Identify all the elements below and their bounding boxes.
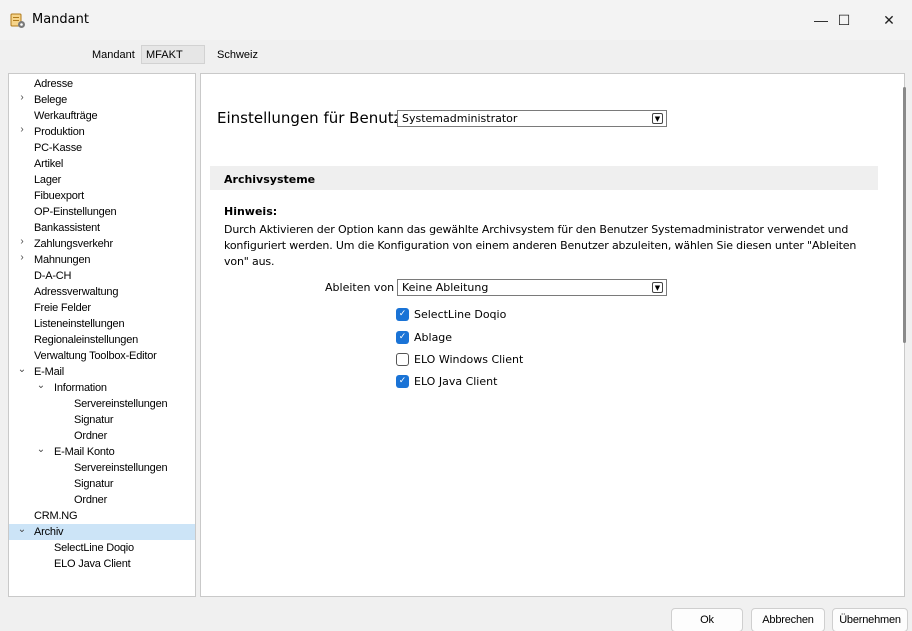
tree-item-servereinstellungen[interactable]: Servereinstellungen <box>74 396 168 412</box>
tree-item-d-a-ch[interactable]: D-A-CH <box>34 268 71 284</box>
tree-item-zahlungsverkehr[interactable]: Zahlungsverkehr <box>34 236 113 252</box>
checkbox-elo-java-client[interactable]: ✓ ELO Java Client <box>396 373 497 389</box>
tree-item-selectline-doqio[interactable]: SelectLine Doqio <box>54 540 134 556</box>
dropdown-arrow-icon: ▼ <box>652 282 663 293</box>
tree-item-information[interactable]: Information <box>54 380 107 396</box>
checkbox-unchecked-icon[interactable] <box>396 352 409 366</box>
tree-item-lager[interactable]: Lager <box>34 172 61 188</box>
tree-item-servereinstellungen[interactable]: Servereinstellungen <box>74 460 168 476</box>
tree-item-mahnungen[interactable]: Mahnungen <box>34 252 91 268</box>
content-panel <box>200 73 905 597</box>
checkbox-checked-icon[interactable]: ✓ <box>396 330 409 344</box>
tree-item-e-mail[interactable]: E-Mail <box>34 364 64 380</box>
tree-item-adresse[interactable]: Adresse <box>34 76 73 92</box>
tree-item-artikel[interactable]: Artikel <box>34 156 63 172</box>
mandant-label: Mandant <box>92 49 135 61</box>
tree-item-crm-ng[interactable]: CRM.NG <box>34 508 78 524</box>
hint-text: Durch Aktivieren der Option kann das gew… <box>224 223 857 268</box>
user-select[interactable]: Systemadministrator ▼ <box>397 110 667 127</box>
chevron-down-icon[interactable]: ⌄ <box>17 364 27 375</box>
tree-item-elo-java-client[interactable]: ELO Java Client <box>54 556 131 572</box>
checkbox-label: ELO Java Client <box>414 374 498 388</box>
mandant-name: Schweiz <box>217 49 258 61</box>
settings-user-label: Einstellungen für Benutzer <box>217 109 417 127</box>
maximize-button[interactable]: ☐ <box>821 0 867 40</box>
vertical-scrollbar[interactable] <box>903 87 906 343</box>
tree-item-bankassistent[interactable]: Bankassistent <box>34 220 100 236</box>
tree-item-signatur[interactable]: Signatur <box>74 412 114 428</box>
tree-item-regionaleinstellungen[interactable]: Regionaleinstellungen <box>34 332 138 348</box>
cancel-button[interactable]: Abbrechen <box>751 608 825 631</box>
checkbox-label: SelectLine Doqio <box>414 307 507 321</box>
ok-button[interactable]: Ok <box>671 608 743 631</box>
tree-item-ordner[interactable]: Ordner <box>74 428 107 444</box>
mandant-bar <box>0 40 912 70</box>
tree-item-fibuexport[interactable]: Fibuexport <box>34 188 84 204</box>
apply-button[interactable]: Übernehmen <box>832 608 908 631</box>
checkbox-label: Ablage <box>414 330 453 344</box>
checkbox-checked-icon[interactable]: ✓ <box>396 307 409 321</box>
derive-select[interactable]: Keine Ableitung ▼ <box>397 279 667 296</box>
mandant-code-field: MFAKT <box>141 45 205 64</box>
app-icon <box>10 13 25 28</box>
checkbox-selectline-doqio[interactable]: ✓ SelectLine Doqio <box>396 306 506 322</box>
navigation-tree[interactable]: Adresse › Belege Werkaufträge › Produkti… <box>8 73 196 597</box>
window-title: Mandant <box>32 12 89 27</box>
chevron-down-icon[interactable]: ⌄ <box>36 444 46 455</box>
tree-item-belege[interactable]: Belege <box>34 92 67 108</box>
chevron-right-icon[interactable]: › <box>17 92 27 103</box>
tree-item-signatur[interactable]: Signatur <box>74 476 114 492</box>
tree-item-werkauftraege[interactable]: Werkaufträge <box>34 108 98 124</box>
title-bar: Mandant <box>0 0 912 40</box>
tree-item-archiv[interactable]: Archiv <box>34 524 64 540</box>
tree-item-produktion[interactable]: Produktion <box>34 124 85 140</box>
checkbox-checked-icon[interactable]: ✓ <box>396 374 409 388</box>
tree-item-e-mail-konto[interactable]: E-Mail Konto <box>54 444 115 460</box>
user-select-value: Systemadministrator <box>402 112 518 125</box>
tree-item-ordner[interactable]: Ordner <box>74 492 107 508</box>
checkbox-ablage[interactable]: ✓ Ablage <box>396 329 452 345</box>
chevron-down-icon[interactable]: ⌄ <box>36 380 46 391</box>
section-header: Archivsysteme <box>210 166 878 190</box>
hint-title: Hinweis: <box>224 205 278 218</box>
chevron-down-icon[interactable]: ⌄ <box>17 524 27 535</box>
tree-item-adressverwaltung[interactable]: Adressverwaltung <box>34 284 118 300</box>
dropdown-arrow-icon: ▼ <box>652 113 663 124</box>
tree-item-freie-felder[interactable]: Freie Felder <box>34 300 91 316</box>
tree-item-listeneinstellungen[interactable]: Listeneinstellungen <box>34 316 125 332</box>
tree-item-verwaltung-toolbox-editor[interactable]: Verwaltung Toolbox-Editor <box>34 348 157 364</box>
checkbox-label: ELO Windows Client <box>414 352 524 366</box>
derive-select-value: Keine Ableitung <box>402 281 489 294</box>
checkbox-elo-windows-client[interactable]: ELO Windows Client <box>396 351 523 367</box>
close-button[interactable]: ✕ <box>866 0 912 40</box>
chevron-right-icon[interactable]: › <box>17 236 27 247</box>
chevron-right-icon[interactable]: › <box>17 252 27 263</box>
tree-item-op-einstellungen[interactable]: OP-Einstellungen <box>34 204 117 220</box>
derive-label: Ableiten von <box>325 281 395 294</box>
chevron-right-icon[interactable]: › <box>17 124 27 135</box>
tree-item-pc-kasse[interactable]: PC-Kasse <box>34 140 82 156</box>
